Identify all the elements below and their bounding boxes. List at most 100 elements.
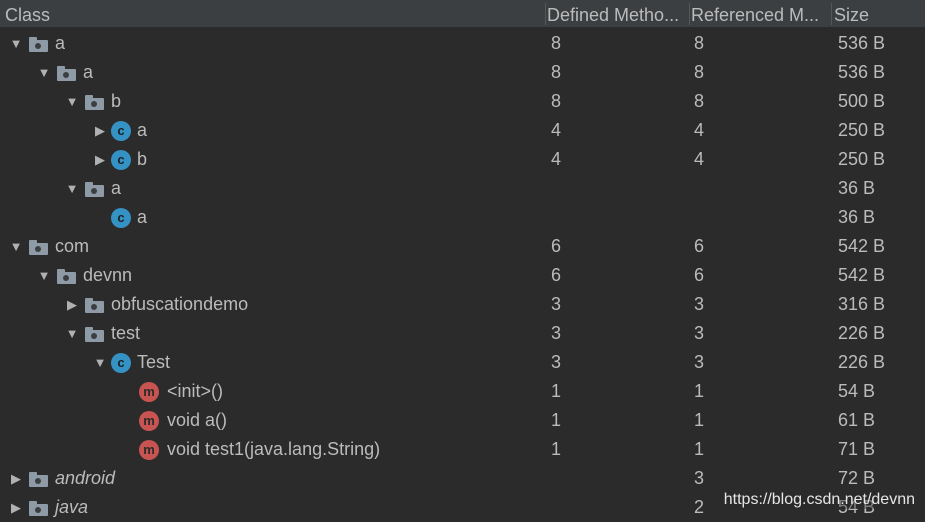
defined-methods-cell: 3: [551, 352, 562, 372]
referenced-methods-cell: 3: [694, 323, 705, 343]
column-header-referenced-methods[interactable]: Referenced M...: [691, 0, 830, 28]
referenced-methods-cell: 3: [694, 468, 705, 488]
size-cell: 226 B: [838, 352, 886, 372]
tree-node-name-cell[interactable]: ▼ devnn: [33, 261, 132, 290]
tree-node-label: b: [137, 149, 148, 169]
tree-node-name-cell[interactable]: ▶ obfuscationdemo: [61, 290, 248, 319]
tree-node-label: test: [111, 323, 141, 343]
tree-node-name-cell[interactable]: ▶ c b: [89, 145, 147, 174]
expand-arrow-down-icon[interactable]: ▼: [61, 174, 83, 203]
tree-node-name-cell[interactable]: m <init>(): [117, 377, 223, 406]
class-icon: c: [111, 149, 131, 170]
tree-row[interactable]: m void a() 1 1 61 B: [0, 406, 925, 435]
tree-row[interactable]: ▼ a 36 B: [0, 174, 925, 203]
tree-row[interactable]: ▶ obfuscationdemo 3 3 316 B: [0, 290, 925, 319]
tree-node-name-cell[interactable]: ▼ a: [5, 29, 65, 58]
package-folder-icon: [83, 181, 105, 197]
package-folder-icon: [27, 500, 49, 516]
method-icon: m: [139, 410, 159, 431]
tree-node-name-cell[interactable]: ▶ android: [5, 464, 115, 493]
expand-arrow-right-icon[interactable]: ▶: [5, 493, 27, 522]
column-divider[interactable]: [831, 3, 832, 25]
tree-node-name-cell[interactable]: ▶ java: [5, 493, 88, 522]
size-cell: 36 B: [838, 207, 876, 227]
tree-row[interactable]: ▶ c b 4 4 250 B: [0, 145, 925, 174]
expand-arrow-right-icon[interactable]: ▶: [5, 464, 27, 493]
size-cell: 500 B: [838, 91, 886, 111]
size-cell: 542 B: [838, 236, 886, 256]
package-folder-icon: [83, 94, 105, 110]
tree-row[interactable]: ▼ c Test 3 3 226 B: [0, 348, 925, 377]
tree-node-name-cell[interactable]: ▼ b: [61, 87, 121, 116]
tree-node-name-cell[interactable]: m void a(): [117, 406, 227, 435]
class-icon: c: [111, 207, 131, 228]
tree-row[interactable]: ▼ test 3 3 226 B: [0, 319, 925, 348]
expand-arrow-down-icon[interactable]: ▼: [5, 232, 27, 261]
tree-node-label: java: [55, 497, 89, 517]
referenced-methods-cell: 6: [694, 265, 705, 285]
defined-methods-cell: 6: [551, 236, 562, 256]
expand-arrow-down-icon[interactable]: ▼: [5, 29, 27, 58]
column-header-class[interactable]: Class: [5, 0, 545, 28]
tree-node-name-cell[interactable]: m void test1(java.lang.String): [117, 435, 380, 464]
size-cell: 36 B: [838, 178, 876, 198]
tree-row[interactable]: m void test1(java.lang.String) 1 1 71 B: [0, 435, 925, 464]
tree-row[interactable]: ▼ com 6 6 542 B: [0, 232, 925, 261]
package-folder-icon: [83, 326, 105, 342]
expand-arrow-down-icon[interactable]: ▼: [33, 261, 55, 290]
class-tree[interactable]: ▼ a 8 8 536 B ▼ a 8 8 536 B ▼ b 8 8 500 B ▶ c a 4 4 250 B ▶ c b…: [0, 29, 925, 522]
tree-node-label: com: [55, 236, 90, 256]
expand-arrow-down-icon[interactable]: ▼: [61, 87, 83, 116]
method-icon: m: [139, 439, 159, 460]
tree-node-name-cell[interactable]: ▼ c Test: [89, 348, 170, 377]
column-header-size[interactable]: Size: [834, 0, 924, 28]
expand-arrow-down-icon[interactable]: ▼: [33, 58, 55, 87]
tree-row[interactable]: ▶ android 3 72 B: [0, 464, 925, 493]
package-folder-icon: [27, 239, 49, 255]
tree-node-label: a: [137, 120, 148, 140]
referenced-methods-cell: 4: [694, 149, 705, 169]
table-header: Class Defined Metho... Referenced M... S…: [0, 0, 925, 28]
tree-row[interactable]: ▼ b 8 8 500 B: [0, 87, 925, 116]
defined-methods-cell: 1: [551, 439, 562, 459]
tree-node-label: devnn: [83, 265, 133, 285]
defined-methods-cell: 6: [551, 265, 562, 285]
column-header-defined-methods[interactable]: Defined Metho...: [547, 0, 688, 28]
expand-arrow-right-icon[interactable]: ▶: [61, 290, 83, 319]
tree-node-name-cell[interactable]: ▼ a: [33, 58, 93, 87]
tree-node-name-cell[interactable]: ▶ c a: [89, 116, 147, 145]
tree-node-name-cell[interactable]: ca: [89, 203, 147, 232]
tree-node-name-cell[interactable]: ▼ com: [5, 232, 89, 261]
tree-row[interactable]: ▼ devnn 6 6 542 B: [0, 261, 925, 290]
tree-row[interactable]: c a 36 B: [0, 203, 925, 232]
tree-row[interactable]: ▼ a 8 8 536 B: [0, 58, 925, 87]
expand-arrow-right-icon[interactable]: ▶: [89, 145, 111, 174]
referenced-methods-cell: 8: [694, 62, 705, 82]
package-folder-icon: [27, 36, 49, 52]
tree-node-name-cell[interactable]: ▼ a: [61, 174, 121, 203]
tree-node-label: a: [83, 62, 94, 82]
referenced-methods-cell: 2: [694, 497, 705, 517]
tree-node-label: b: [111, 91, 122, 111]
tree-node-label: void test1(java.lang.String): [167, 439, 381, 459]
expand-arrow-down-icon[interactable]: ▼: [61, 319, 83, 348]
defined-methods-cell: 8: [551, 33, 562, 53]
size-cell: 71 B: [838, 439, 876, 459]
tree-row[interactable]: ▼ a 8 8 536 B: [0, 29, 925, 58]
package-folder-icon: [27, 471, 49, 487]
size-cell: 72 B: [838, 468, 876, 488]
referenced-methods-cell: 8: [694, 91, 705, 111]
size-cell: 316 B: [838, 294, 886, 314]
column-divider[interactable]: [689, 3, 690, 25]
referenced-methods-cell: 1: [694, 410, 705, 430]
package-folder-icon: [83, 297, 105, 313]
tree-node-name-cell[interactable]: ▼ test: [61, 319, 140, 348]
expand-arrow-right-icon[interactable]: ▶: [89, 116, 111, 145]
size-cell: 54 B: [838, 381, 876, 401]
column-divider[interactable]: [545, 3, 546, 25]
tree-row[interactable]: ▶ c a 4 4 250 B: [0, 116, 925, 145]
size-cell: 226 B: [838, 323, 886, 343]
referenced-methods-cell: 4: [694, 120, 705, 140]
expand-arrow-down-icon[interactable]: ▼: [89, 348, 111, 377]
tree-row[interactable]: m <init>() 1 1 54 B: [0, 377, 925, 406]
